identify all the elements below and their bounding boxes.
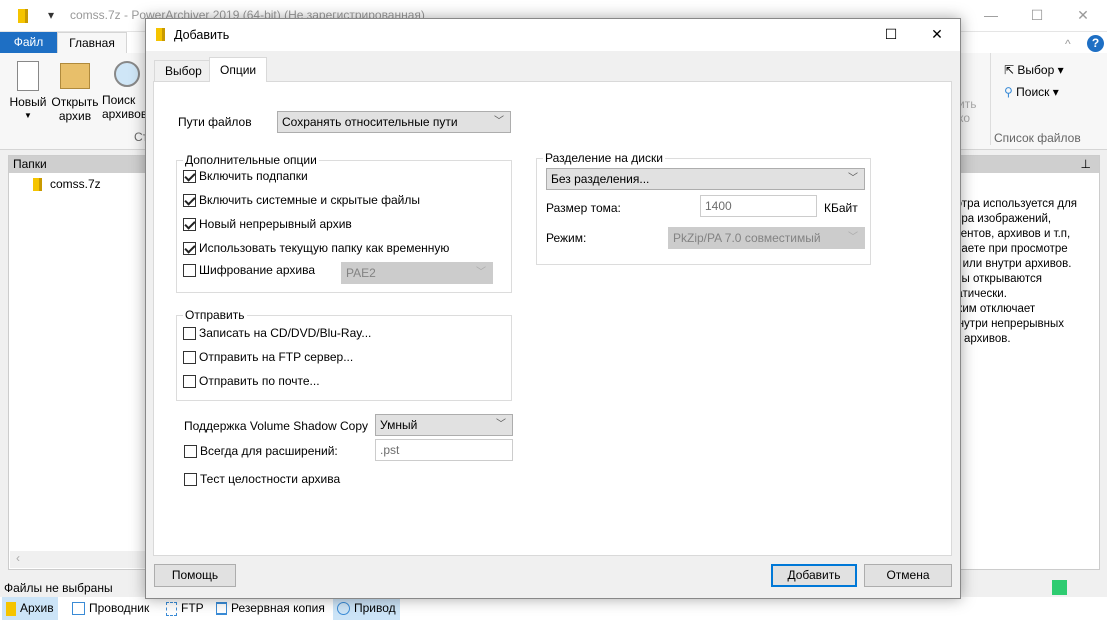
pin-icon[interactable]: ⊥	[940, 156, 1099, 173]
send-email-checkbox[interactable]: Отправить по почте...	[183, 374, 320, 388]
tab-options[interactable]: Опции	[209, 57, 268, 82]
close-icon[interactable]: ✕	[1060, 0, 1106, 32]
ribbon-tab-file[interactable]: Файл	[0, 32, 57, 53]
status-text: Файлы не выбраны	[4, 581, 113, 595]
send-legend: Отправить	[183, 308, 247, 322]
search-dropdown[interactable]: ⚲ Поиск ▾	[1004, 85, 1059, 99]
burn-disc-checkbox[interactable]: Записать на CD/DVD/Blu-Ray...	[183, 326, 371, 340]
cancel-button[interactable]: Отмена	[864, 564, 952, 587]
vss-select[interactable]: Умный ﹀	[375, 414, 513, 436]
options-page: Пути файлов Сохранять относительные пути…	[153, 81, 952, 556]
split-group: Разделение на диски Без разделения... ﹀ Р…	[536, 151, 871, 265]
use-current-folder-temp-checkbox[interactable]: Использовать текущую папку как временную	[183, 241, 449, 255]
select-dropdown[interactable]: ⇱ Выбор ▾	[1004, 63, 1064, 77]
volume-size-label: Размер тома:	[546, 201, 621, 215]
solid-archive-checkbox[interactable]: Новый непрерывный архив	[183, 217, 352, 231]
encrypt-archive-checkbox[interactable]: Шифрование архива	[183, 263, 315, 277]
send-ftp-checkbox[interactable]: Отправить на FTP сервер...	[183, 350, 353, 364]
add-dialog: Добавить ☐ ✕ Выбор Опции Пути файлов Сох…	[145, 18, 961, 599]
bottom-tab-backup[interactable]: Резервная копия	[212, 597, 329, 620]
folder-tree-item[interactable]: comss.7z	[9, 173, 147, 191]
cursor-icon: ⇱	[1004, 63, 1015, 77]
search-icon: ⚲	[1004, 85, 1013, 99]
search-icon	[114, 61, 140, 87]
collapse-ribbon-icon[interactable]: ^	[1065, 37, 1071, 51]
backup-icon	[216, 602, 227, 615]
extra-options-group: Дополнительные опции Включить подпапки В…	[176, 153, 512, 293]
ribbon-tab-home[interactable]: Главная	[57, 32, 127, 53]
vss-label: Поддержка Volume Shadow Copy	[184, 419, 369, 433]
volume-size-unit: КБайт	[824, 201, 858, 215]
ribbon-group-file-list: Список файлов	[994, 131, 1081, 145]
extra-options-legend: Дополнительные опции	[183, 153, 319, 167]
new-button[interactable]: Новый ▼	[6, 61, 50, 123]
include-hidden-checkbox[interactable]: Включить системные и скрытые файлы	[183, 193, 420, 207]
volume-size-input[interactable]: 1400	[700, 195, 817, 217]
quick-access-dropdown-icon[interactable]: ▾	[48, 8, 54, 22]
mode-select[interactable]: PkZip/PA 7.0 совместимый ﹀	[668, 227, 865, 249]
open-archive-button[interactable]: Открыть архив	[50, 61, 100, 123]
status-indicator	[1052, 580, 1067, 595]
send-group: Отправить Записать на CD/DVD/Blu-Ray... …	[176, 308, 512, 401]
dialog-icon	[156, 28, 165, 41]
new-file-icon	[17, 61, 39, 91]
folders-panel: Папки comss.7z ‹	[8, 155, 148, 570]
bottom-tab-archive[interactable]: Архив	[2, 597, 58, 620]
tab-selection[interactable]: Выбор	[154, 60, 213, 82]
dialog-maximize-icon[interactable]: ☐	[868, 19, 914, 51]
maximize-icon[interactable]: ☐	[1014, 0, 1060, 32]
help-button[interactable]: Помощь	[154, 564, 236, 587]
dialog-close-icon[interactable]: ✕	[914, 19, 960, 51]
preview-panel: ⊥ смотра используется для мотра изображен…	[940, 155, 1100, 570]
bottom-tab-ftp[interactable]: FTP	[162, 597, 208, 620]
always-for-extensions-checkbox[interactable]: Всегда для расширений:	[184, 444, 338, 458]
minimize-icon[interactable]: —	[968, 0, 1014, 32]
add-button[interactable]: Добавить	[771, 564, 857, 587]
encryption-select[interactable]: PAE2 ﹀	[341, 262, 493, 284]
preview-text: смотра используется для мотра изображений…	[942, 198, 1078, 345]
extensions-input[interactable]: .pst	[375, 439, 513, 461]
app-icon	[18, 9, 28, 23]
folders-panel-header: Папки	[9, 156, 147, 173]
split-select[interactable]: Без разделения... ﹀	[546, 168, 865, 190]
chevron-down-icon: ﹀	[494, 116, 504, 127]
explorer-icon	[72, 602, 85, 615]
dialog-title-bar: Добавить ☐ ✕	[146, 19, 960, 51]
ftp-icon	[166, 601, 177, 616]
split-legend: Разделение на диски	[543, 151, 665, 165]
archive-icon	[33, 177, 42, 191]
dialog-title: Добавить	[174, 28, 230, 42]
help-icon[interactable]: ?	[1087, 35, 1104, 52]
folder-icon	[60, 63, 90, 89]
search-archives-button[interactable]: Поиск архивов	[102, 61, 146, 121]
drive-icon	[337, 602, 350, 615]
test-archive-checkbox[interactable]: Тест целостности архива	[184, 472, 340, 486]
bottom-tab-explorer[interactable]: Проводник	[68, 597, 153, 620]
mode-label: Режим:	[546, 231, 587, 245]
bottom-tab-drive[interactable]: Привод	[333, 597, 400, 620]
archive-icon	[6, 601, 16, 616]
file-paths-select[interactable]: Сохранять относительные пути ﹀	[277, 111, 511, 133]
horizontal-scrollbar[interactable]: ‹	[10, 551, 146, 568]
file-paths-label: Пути файлов	[178, 115, 252, 129]
include-subfolders-checkbox[interactable]: Включить подпапки	[183, 169, 308, 183]
